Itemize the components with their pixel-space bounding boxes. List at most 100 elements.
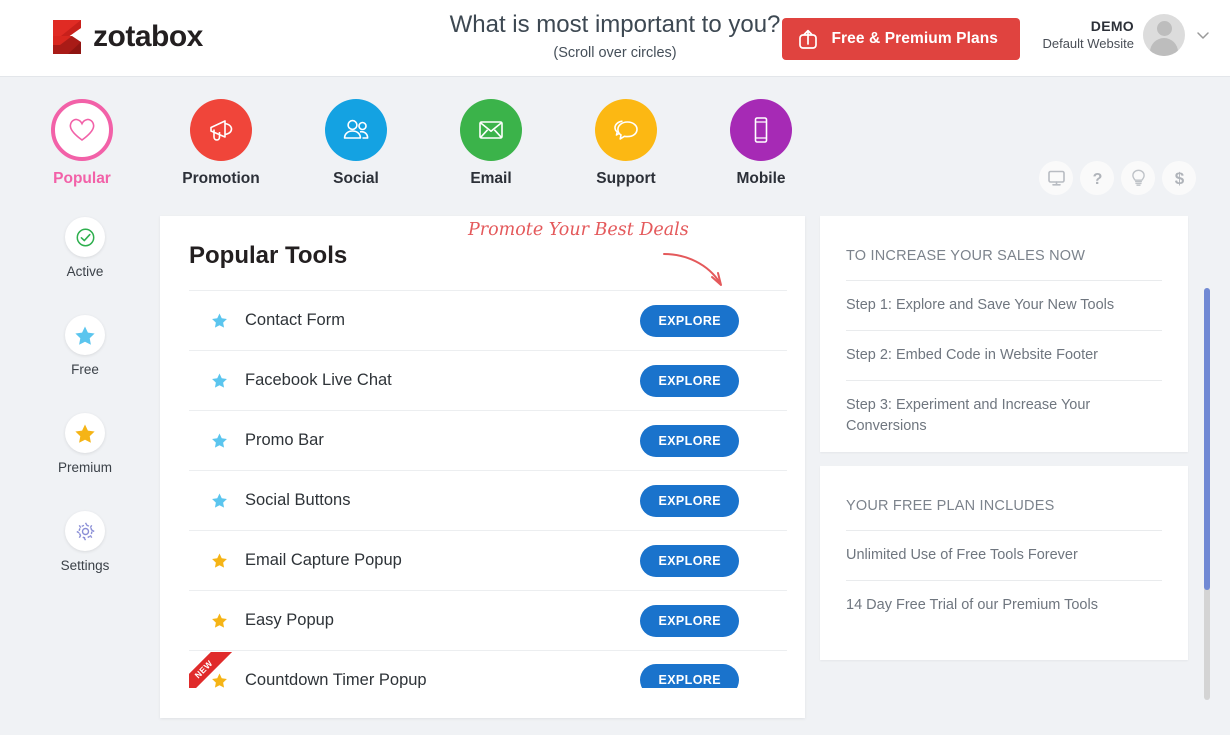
category-label: Email (470, 170, 512, 187)
category-support[interactable]: Support (566, 99, 686, 188)
tool-name: Easy Popup (245, 611, 334, 629)
rail-item-premium[interactable]: Premium (50, 413, 120, 475)
star-icon (212, 613, 227, 628)
rail-bubble-active (65, 217, 105, 257)
panel-list: Step 1: Explore and Save Your New Tools … (846, 280, 1162, 451)
rail-bubble-settings (65, 511, 105, 551)
scrollbar-thumb[interactable] (1204, 288, 1210, 590)
table-row[interactable]: Contact Form EXPLORE (189, 290, 787, 350)
category-email[interactable]: Email (431, 99, 551, 188)
list-item: 14 Day Free Trial of our Premium Tools (846, 580, 1162, 630)
free-plan-panel: YOUR FREE PLAN INCLUDES Unlimited Use of… (820, 466, 1188, 660)
list-item: Step 2: Embed Code in Website Footer (846, 330, 1162, 380)
panel-heading: TO INCREASE YOUR SALES NOW (846, 248, 1086, 264)
explore-button[interactable]: EXPLORE (640, 604, 739, 637)
star-icon (212, 493, 227, 508)
promo-annotation-text: Promote Your Best Deals (468, 220, 689, 240)
list-item: Unlimited Use of Free Tools Forever (846, 530, 1162, 580)
rail-item-free[interactable]: Free (50, 315, 120, 377)
people-icon (343, 119, 369, 139)
user-avatar-icon (1143, 14, 1185, 56)
svg-text:?: ? (1092, 171, 1102, 188)
dollar-sign-icon[interactable]: $ (1162, 161, 1196, 195)
table-row[interactable]: Easy Popup EXPLORE (189, 590, 787, 650)
question-mark-icon[interactable]: ? (1080, 161, 1114, 195)
account-name: DEMO (1090, 18, 1134, 35)
table-row[interactable]: NEW Countdown Timer Popup EXPLORE (189, 650, 787, 688)
tool-list: Contact Form EXPLORE Facebook Live Chat … (189, 290, 787, 688)
brand-logo[interactable]: zotabox (50, 18, 203, 56)
tool-name: Email Capture Popup (245, 551, 402, 569)
tool-name: Contact Form (245, 311, 345, 329)
star-icon (212, 433, 227, 448)
explore-button[interactable]: EXPLORE (640, 364, 739, 397)
chat-bubbles-icon (614, 120, 638, 140)
category-label: Promotion (182, 170, 260, 187)
svg-text:$: $ (1174, 169, 1184, 188)
rail-label: Settings (60, 558, 110, 573)
category-label: Support (596, 170, 656, 187)
curved-arrow-icon (660, 244, 740, 299)
tool-name: Social Buttons (245, 491, 351, 509)
category-bubble-email (460, 99, 522, 161)
megaphone-icon (210, 120, 233, 141)
account-site: Default Website (1042, 35, 1134, 51)
explore-button[interactable]: EXPLORE (640, 424, 739, 457)
avatar-body (1150, 38, 1178, 56)
free-premium-plans-button[interactable]: Free & Premium Plans (782, 18, 1020, 60)
upload-share-icon (798, 28, 818, 50)
lightbulb-icon[interactable] (1121, 161, 1155, 195)
rail-bubble-free (65, 315, 105, 355)
table-row[interactable]: Email Capture Popup EXPLORE (189, 530, 787, 590)
account-menu[interactable]: DEMO Default Website (1042, 14, 1212, 56)
utility-icon-bar: ? $ (1039, 161, 1196, 195)
category-bubble-popular (51, 99, 113, 161)
heart-icon (69, 118, 95, 141)
explore-button[interactable]: EXPLORE (640, 484, 739, 517)
star-icon (212, 313, 227, 328)
rail-bubble-premium (65, 413, 105, 453)
category-social[interactable]: Social (296, 99, 416, 188)
table-row[interactable]: Facebook Live Chat EXPLORE (189, 350, 787, 410)
left-filter-rail: Active Free Premium Settings (50, 217, 120, 609)
rail-item-settings[interactable]: Settings (50, 511, 120, 573)
category-mobile[interactable]: Mobile (701, 99, 821, 188)
table-row[interactable]: Promo Bar EXPLORE (189, 410, 787, 470)
check-circle-icon (76, 228, 94, 246)
table-row[interactable]: Social Buttons EXPLORE (189, 470, 787, 530)
star-icon (212, 553, 227, 568)
explore-button[interactable]: EXPLORE (640, 544, 739, 577)
star-icon (212, 673, 227, 688)
avatar-head (1156, 21, 1172, 36)
brand-name: zotabox (93, 20, 203, 53)
tool-name: Facebook Live Chat (245, 371, 392, 389)
panel-list: Unlimited Use of Free Tools Forever 14 D… (846, 530, 1162, 630)
rail-label: Premium (57, 460, 112, 475)
explore-button[interactable]: EXPLORE (640, 304, 739, 337)
category-bubble-mobile (730, 99, 792, 161)
rail-item-active[interactable]: Active (50, 217, 120, 279)
category-label: Popular (53, 170, 111, 187)
category-label: Mobile (736, 170, 786, 187)
list-item: Step 1: Explore and Save Your New Tools (846, 280, 1162, 330)
plans-button-label: Free & Premium Plans (831, 30, 998, 47)
star-icon (75, 326, 95, 345)
zotabox-z-logo-icon (50, 18, 84, 56)
category-bubble-promotion (190, 99, 252, 161)
star-icon (75, 424, 95, 443)
list-item: Step 3: Experiment and Increase Your Con… (846, 380, 1162, 451)
tool-name: Countdown Timer Popup (245, 670, 427, 689)
star-icon (212, 373, 227, 388)
category-bubble-support (595, 99, 657, 161)
top-header-bar: zotabox What is most important to you? (… (0, 0, 1230, 77)
sales-steps-panel: TO INCREASE YOUR SALES NOW Step 1: Explo… (820, 216, 1188, 452)
category-promotion[interactable]: Promotion (161, 99, 281, 188)
explore-button[interactable]: EXPLORE (640, 664, 739, 688)
rail-label: Free (71, 362, 99, 377)
chevron-down-icon[interactable] (1194, 26, 1212, 44)
category-popular[interactable]: Popular (22, 99, 142, 188)
monitor-icon[interactable] (1039, 161, 1073, 195)
category-bubble-social (325, 99, 387, 161)
panel-heading: YOUR FREE PLAN INCLUDES (846, 498, 1055, 514)
tool-list-scrollbar[interactable] (1204, 288, 1210, 700)
